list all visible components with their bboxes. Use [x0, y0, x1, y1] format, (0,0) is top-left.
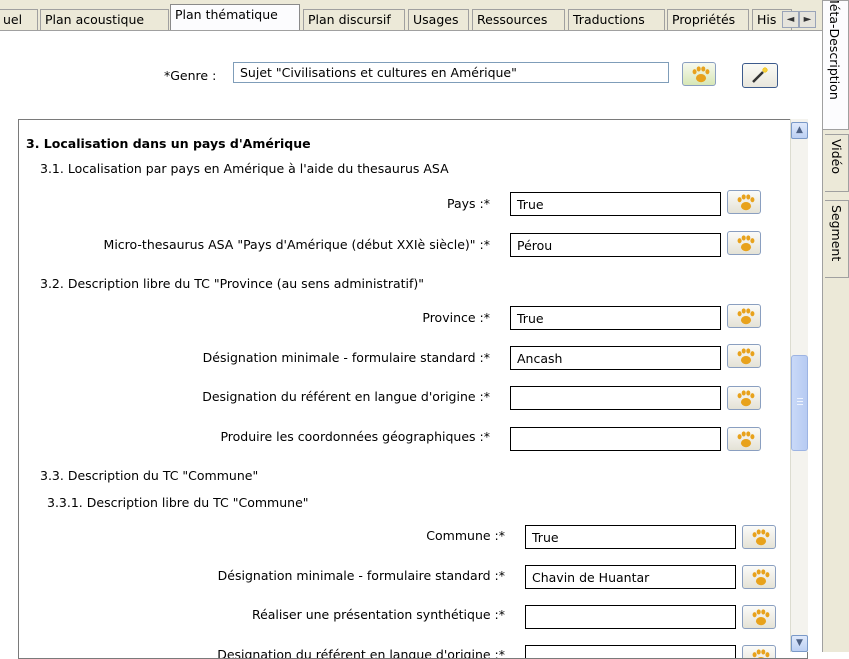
micro-thesaurus-paw-button[interactable]	[727, 231, 761, 255]
paw-icon	[737, 390, 755, 407]
scroll-thumb[interactable]	[791, 355, 808, 451]
scroll-up-button[interactable]: ▲	[791, 122, 808, 139]
synthesis-label: Réaliser une présentation synthétique :*	[251, 607, 505, 622]
commune-referent-field[interactable]	[525, 645, 736, 658]
side-tab-video[interactable]: Vidéo	[825, 134, 849, 192]
commune-referent-paw-button[interactable]	[742, 645, 776, 658]
section-3-title: 3. Localisation dans un pays d'Amérique	[26, 136, 311, 151]
province-designation-label: Désignation minimale - formulaire standa…	[202, 350, 490, 365]
tab-scroll-left-button[interactable]: ◄	[782, 11, 799, 28]
coordinates-field[interactable]	[510, 427, 721, 451]
paw-icon	[737, 431, 755, 448]
paw-icon	[752, 649, 770, 658]
commune-designation-paw-button[interactable]	[742, 565, 776, 589]
province-designation-paw-button[interactable]	[727, 344, 761, 368]
tab-ressources[interactable]: Ressources	[472, 9, 565, 30]
vertical-scrollbar[interactable]: ▲ ▼	[790, 119, 808, 652]
paw-icon	[737, 235, 755, 252]
side-tab-meta-description[interactable]: Méta-Description	[823, 0, 849, 130]
commune-designation-field[interactable]: Chavin de Huantar	[525, 565, 736, 589]
province-designation-field[interactable]: Ancash	[510, 346, 721, 370]
commune-designation-label: Désignation minimale - formulaire standa…	[217, 568, 505, 583]
section-3-3-title: 3.3. Description du TC "Commune"	[40, 468, 259, 483]
side-tab-bar: Méta-Description Vidéo Segment	[822, 0, 849, 652]
micro-thesaurus-field[interactable]: Pérou	[510, 233, 721, 257]
tab-usages[interactable]: Usages	[408, 9, 469, 30]
section-3-1-title: 3.1. Localisation par pays en Amérique à…	[40, 161, 449, 176]
genre-label: *Genre :	[164, 68, 217, 83]
commune-paw-button[interactable]	[742, 525, 776, 549]
province-label: Province :*	[422, 310, 490, 325]
pays-paw-button[interactable]	[727, 190, 761, 214]
province-referent-field[interactable]	[510, 386, 721, 410]
paw-icon	[692, 66, 710, 83]
province-referent-paw-button[interactable]	[727, 386, 761, 410]
pays-field[interactable]: True	[510, 192, 721, 216]
genre-field[interactable]: Sujet "Civilisations et cultures en Amér…	[233, 62, 669, 83]
wand-button[interactable]	[742, 63, 778, 88]
tab-scroll-right-button[interactable]: ►	[799, 11, 816, 28]
coordinates-paw-button[interactable]	[727, 427, 761, 451]
section-3-3-1-title: 3.3.1. Description libre du TC "Commune"	[47, 495, 309, 510]
paw-icon	[737, 194, 755, 211]
paw-icon	[737, 348, 755, 365]
genre-paw-button[interactable]	[682, 62, 716, 86]
magic-wand-icon	[752, 67, 768, 83]
micro-thesaurus-label: Micro-thesaurus ASA "Pays d'Amérique (dé…	[103, 237, 490, 252]
section-3-2-title: 3.2. Description libre du TC "Province (…	[40, 276, 425, 291]
paw-icon	[752, 609, 770, 626]
pays-label: Pays :*	[447, 196, 490, 211]
tab-manuel[interactable]: uel	[0, 9, 38, 30]
province-paw-button[interactable]	[727, 304, 761, 328]
province-field[interactable]: True	[510, 306, 721, 330]
commune-field[interactable]: True	[525, 525, 736, 549]
tab-strip: uel Plan acoustique Plan thématique Plan…	[0, 0, 822, 31]
province-referent-label: Designation du référent en langue d'orig…	[202, 389, 490, 404]
side-tab-segment[interactable]: Segment	[825, 200, 849, 278]
paw-icon	[752, 529, 770, 546]
tab-traductions[interactable]: Traductions	[568, 9, 665, 30]
paw-icon	[737, 308, 755, 325]
tab-plan-discursif[interactable]: Plan discursif	[303, 9, 405, 30]
tab-plan-acoustique[interactable]: Plan acoustique	[40, 9, 169, 30]
coordinates-label: Produire les coordonnées géographiques :…	[220, 429, 490, 444]
tab-proprietes[interactable]: Propriétés	[667, 9, 749, 30]
paw-icon	[752, 569, 770, 586]
form-panel: 3. Localisation dans un pays d'Amérique …	[18, 119, 808, 659]
commune-referent-label: Designation du référent en langue d'orig…	[217, 647, 505, 659]
synthesis-field[interactable]	[525, 605, 736, 629]
scroll-down-button[interactable]: ▼	[791, 635, 808, 652]
synthesis-paw-button[interactable]	[742, 605, 776, 629]
tab-scroll-arrows: ◄ ►	[782, 11, 816, 28]
commune-label: Commune :*	[426, 528, 505, 543]
tab-plan-thematique[interactable]: Plan thématique	[170, 4, 300, 30]
